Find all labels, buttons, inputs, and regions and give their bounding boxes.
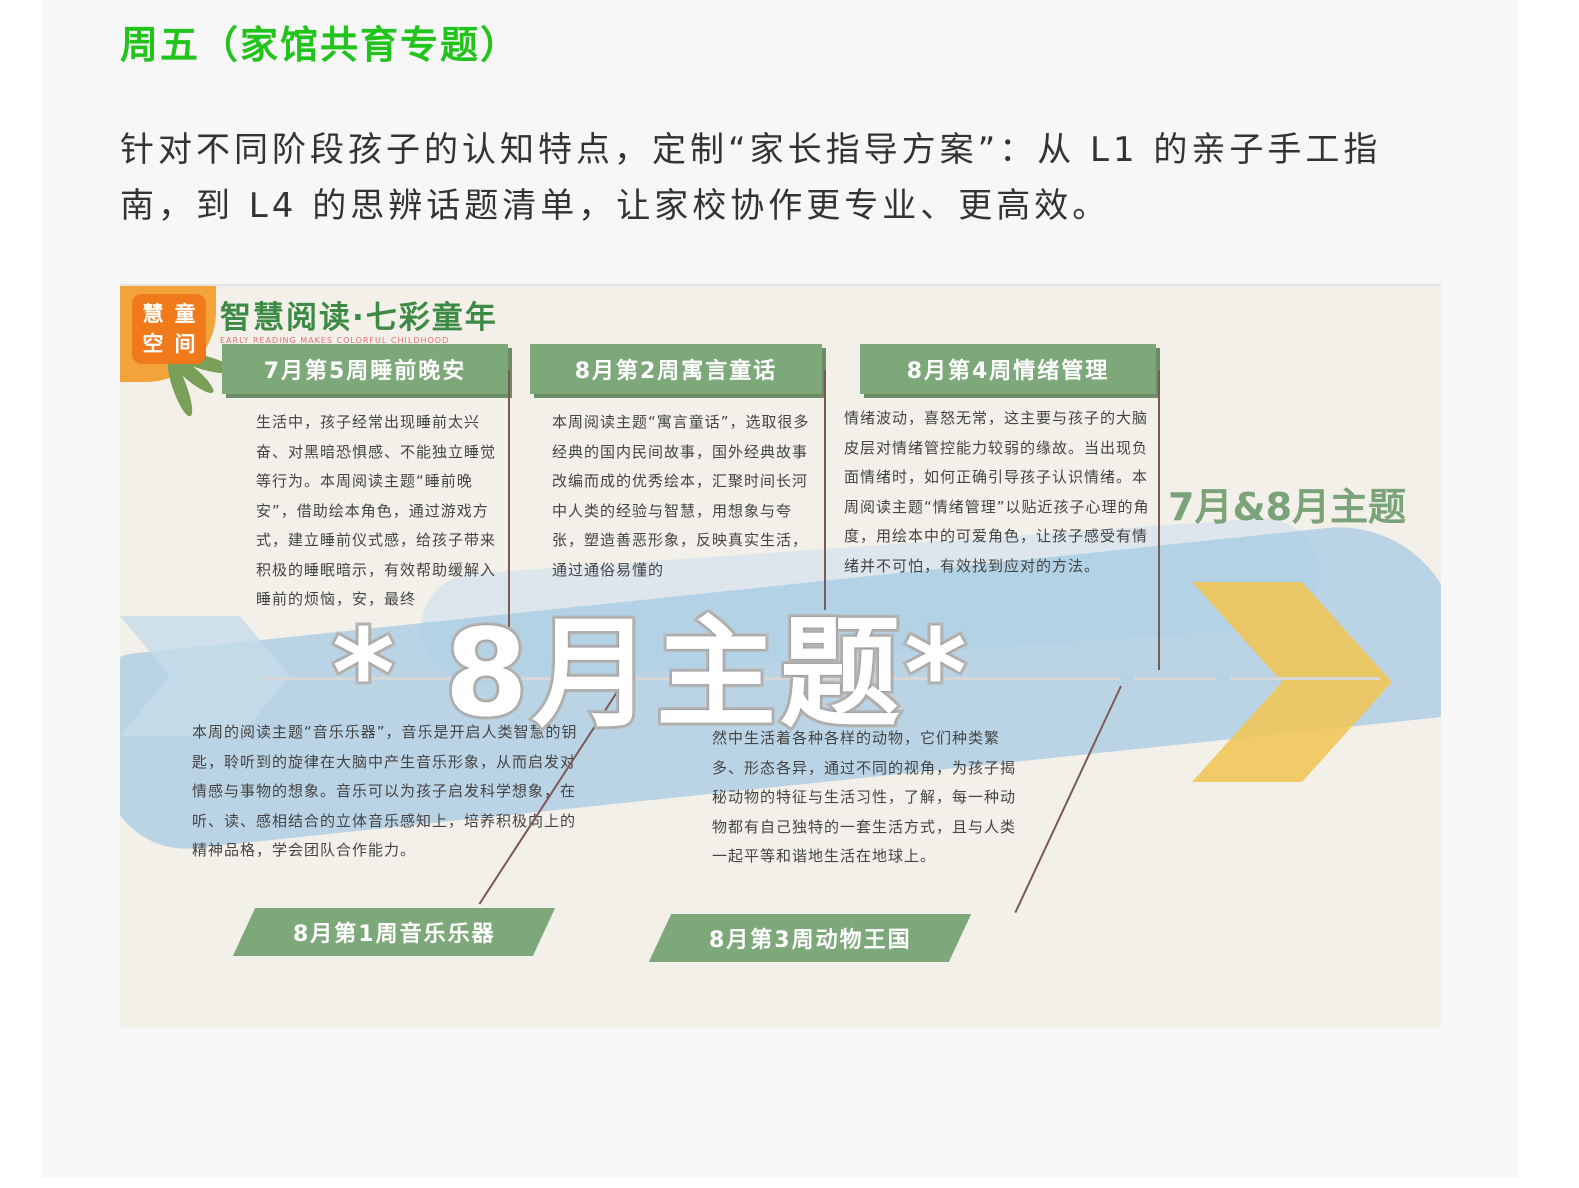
week-title-aug-3: 8月第3周动物王国	[648, 914, 972, 962]
theme-poster-image[interactable]: 慧 童 空 间 智慧阅读·七彩童年 EARLY READING MAKES CO…	[120, 284, 1441, 1028]
logo-char: 空	[142, 332, 164, 356]
week-title-jul-5: 7月第5周睡前晚安	[222, 344, 508, 394]
card-divider	[824, 370, 826, 610]
brand-logo: 慧 童 空 间	[132, 294, 206, 364]
section-title: 周五（家馆共育专题）	[120, 23, 521, 67]
week-text-aug-3: 然中生活着各种各样的动物，它们种类繁多、形态各异，通过不同的视角，为孩子揭秘动物…	[712, 729, 1017, 865]
logo-char: 间	[174, 332, 196, 356]
timeline-dot	[1216, 671, 1230, 685]
logo-char: 慧	[142, 302, 164, 326]
brand-title: 智慧阅读·七彩童年	[220, 300, 498, 336]
logo-char: 童	[174, 302, 196, 326]
week-title-aug-2: 8月第2周寓言童话	[530, 344, 822, 394]
timeline-dot	[1120, 671, 1134, 685]
week-title-aug-1-label: 8月第1周音乐乐器	[292, 922, 496, 947]
week-title-aug-3-label: 8月第3周动物王国	[708, 928, 912, 953]
week-title-aug-1: 8月第1周音乐乐器	[232, 908, 556, 956]
week-title-aug-4: 8月第4周情绪管理	[860, 344, 1156, 394]
section-intro: 针对不同阶段孩子的认知特点，定制“家长指导方案”：从 L1 的亲子手工指南，到 …	[120, 130, 1382, 226]
card-divider	[1158, 370, 1160, 670]
theme-label: 7月&8月主题	[1168, 485, 1407, 529]
overlay-month-title: * 8月主题*	[329, 602, 971, 747]
